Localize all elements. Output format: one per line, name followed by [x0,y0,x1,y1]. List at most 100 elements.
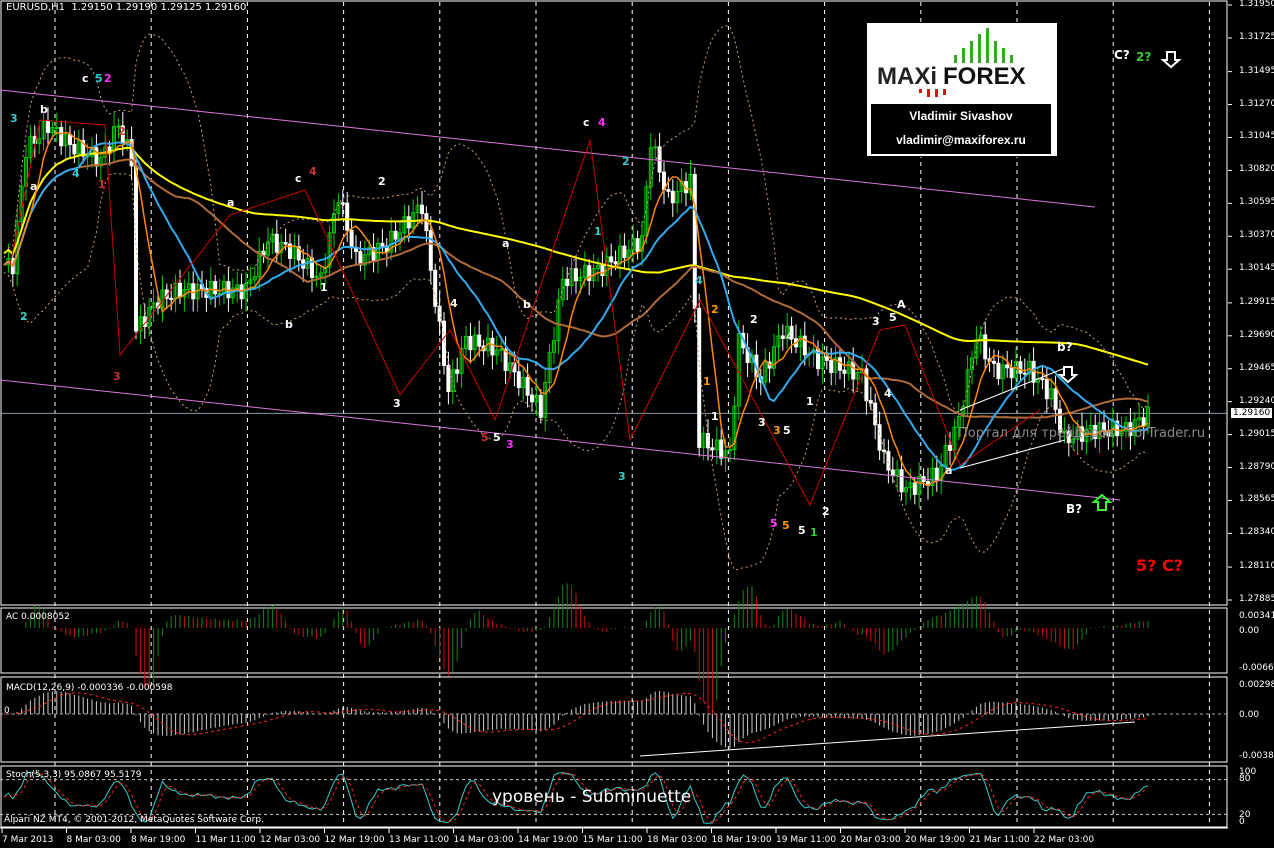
price-axis-label: 1.28565 [1239,494,1274,505]
wave-label: 2 [822,505,830,518]
price-axis-label: 1.28340 [1239,527,1274,538]
candle-body [824,356,829,361]
candle-body [46,121,50,133]
candle-body [838,357,842,371]
time-axis-label: 13 Mar 11:00 [389,835,450,845]
candle-body [829,359,834,373]
time-axis-label: 15 Mar 11:00 [582,835,643,845]
wave-label: 5 [782,519,790,532]
arrow-down-icon [1160,51,1182,69]
candle-body [574,268,578,282]
candle-body [948,444,952,451]
time-axis-label: 19 Mar 11:00 [776,835,837,845]
candle-body [538,394,543,418]
candle-body [178,282,182,298]
candle-body [692,174,697,309]
candle-body [446,364,451,393]
candle-body [433,269,438,307]
wave-label: 1 [810,526,818,539]
candle-body [191,283,196,300]
copyright-label: Alpari NZ MT4, © 2001-2012, MetaQuotes S… [4,815,264,825]
macd-zero-label: 0 [4,706,10,716]
price-axis-label: 1.30145 [1239,263,1274,274]
price-axis-label: 1.31045 [1239,131,1274,142]
watermark: Портал для трейдеров - ForTrader.ru [958,426,1206,441]
wave-label: 3 [618,470,626,483]
candle-body [719,439,724,459]
candle-body [68,134,72,145]
channel-lower [0,379,1121,501]
chart-canvas[interactable] [0,0,1274,848]
open-price: 1.29150 [71,2,113,13]
time-axis-label: 8 Mar 03:00 [66,835,121,845]
wave-label: b? [1057,340,1073,354]
macd-axis-max: 0.002986 [1239,680,1274,690]
wave-label: 3 [773,424,781,437]
time-axis-label: 14 Mar 03:00 [453,835,514,845]
candle-body [622,245,627,259]
maxiforex-logo: MAXi FOREX Vladimir Sivashov vladimir@maxi… [866,22,1058,157]
price-axis-label: 1.30820 [1239,164,1274,175]
price-axis-label: 1.29465 [1239,362,1274,373]
wave-label: 5 [481,431,489,444]
candle-body [477,334,482,347]
wave-label: 3 [758,416,766,429]
candle-body [1141,417,1146,427]
wave-label: 1 [320,281,328,294]
price-axis-label: 1.29240 [1239,395,1274,406]
stoch-axis-0: 0 [1239,817,1245,827]
wave-label: 2 [750,313,758,326]
wave-label: 1 [703,375,711,388]
symbol-label: EURUSD,H1 [6,2,66,13]
time-axis-label: 22 Mar 03:00 [1034,835,1095,845]
wave-label: 4 [598,116,606,129]
chart-header: EURUSD,H1 1.29150 1.29190 1.29125 1.2916… [6,2,246,13]
price-axis-label: 1.30595 [1239,197,1274,208]
wave-label: 4 [309,165,317,178]
wave-label: 3 [10,112,18,125]
wave-label: 3 [113,370,121,383]
candle-body [1009,367,1014,379]
wave-label: c [82,72,89,85]
wave-label: B? [1066,502,1083,516]
wave-label: 3 [506,438,514,451]
wave-label: 5 [493,431,501,444]
price-axis-label: 1.27885 [1239,594,1274,604]
wave-label: b [285,318,293,331]
time-axis-label: 11 Mar 11:00 [195,835,256,845]
candle-body [565,278,570,287]
price-axis-label: 1.30370 [1239,230,1274,241]
wave-degree-caption: уровень - Subminuette [492,787,692,807]
wave-label: 2 [104,72,112,85]
candle-body [340,202,345,205]
wave-label: 4 [450,297,458,310]
wave-label: A [897,298,906,311]
time-axis-label: 12 Mar 03:00 [260,835,321,845]
candle-body [912,482,917,495]
candle-body [996,362,1001,380]
ac-axis-zero: 0.00 [1239,626,1260,636]
wave-label: c [295,172,302,185]
candle-body [468,335,473,351]
wave-label: b [40,103,48,116]
time-axis-label: 18 Mar 19:00 [711,835,772,845]
candle-body [283,242,288,245]
candle-body [490,337,495,356]
price-axis-label: 1.28110 [1239,561,1274,572]
candle-body [516,371,521,389]
candle-body [54,127,59,130]
candle-body [406,216,411,229]
time-axis-label: 7 Mar 2013 [2,835,54,845]
wave-label: 4 [884,387,892,400]
candle-body [666,189,671,192]
ac-label: AC 0.0008052 [6,612,70,622]
price-axis-label: 1.31270 [1239,98,1274,109]
wave-label: a [30,180,38,193]
candle-body [934,467,939,481]
wave-label: b [523,298,531,311]
ac-axis-min: -0.00667 [1239,663,1274,673]
price-axis-label: 1.29015 [1239,428,1274,439]
candle-body [420,204,424,215]
wave-label: a [227,196,235,209]
wave-label: 2 [711,303,719,316]
